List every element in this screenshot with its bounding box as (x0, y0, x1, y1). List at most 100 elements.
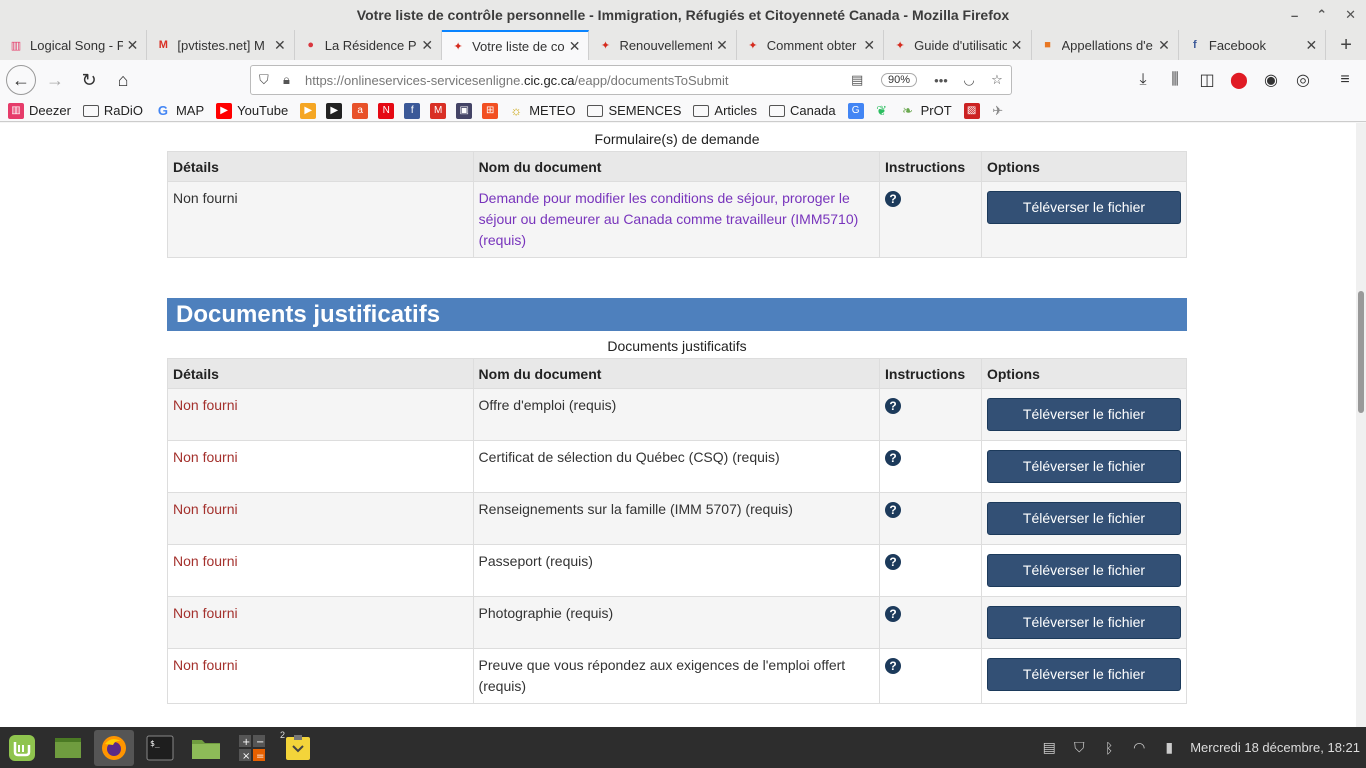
bookmark-5[interactable]: ▶ (326, 102, 343, 119)
folder-icon: ▭ (587, 104, 604, 117)
help-icon[interactable]: ? (885, 658, 902, 674)
tab-0[interactable]: ▥ Logical Song - P ✕ (0, 30, 148, 60)
bookmark-20[interactable]: ✈ (990, 103, 1006, 119)
bookmark-3[interactable]: ▶ YouTube (216, 102, 288, 119)
help-icon[interactable]: ? (885, 191, 901, 207)
tab-label: [pvtistes.net] M (177, 37, 265, 53)
tab-close-icon[interactable]: ✕ (569, 38, 581, 55)
page-actions-icon[interactable]: ••• (927, 73, 955, 88)
help-icon[interactable]: ? (885, 554, 902, 570)
upload-file-button[interactable]: Téléverser le fichier (986, 191, 1181, 224)
bookmark-0[interactable]: ▥ Deezer (8, 102, 71, 119)
sidebar-icon[interactable]: ◫ (1196, 70, 1218, 90)
tab-close-icon[interactable]: ✕ (274, 37, 286, 54)
lock-icon[interactable]: 🔒︎ (283, 72, 297, 88)
minimize-icon[interactable]: – (1291, 8, 1298, 23)
upload-file-button[interactable]: Téléverser le fichier (986, 554, 1181, 587)
calculator-icon[interactable]: + − × = (232, 730, 272, 766)
help-icon[interactable]: ? (885, 450, 902, 466)
home-button[interactable]: ⌂ (108, 65, 138, 95)
tab-close-icon[interactable]: ✕ (1306, 37, 1318, 54)
bookmark-1[interactable]: ▭ RaDiO (82, 103, 143, 118)
bookmark-15[interactable]: ▭ Canada (769, 103, 836, 118)
extension-icon[interactable]: ◎ (1292, 70, 1314, 90)
back-button[interactable]: ← (6, 65, 36, 95)
bookmark-18[interactable]: ❧ PrOT (900, 103, 952, 119)
library-icon[interactable]: ⫼ (1164, 71, 1186, 89)
tab-close-icon[interactable]: ✕ (1011, 37, 1023, 54)
close-window-icon[interactable]: ✕ (1345, 7, 1356, 23)
tab-close-icon[interactable]: ✕ (716, 37, 728, 54)
options-header: Options (980, 358, 1188, 389)
terminal-icon[interactable]: $_ (140, 730, 180, 766)
bookmark-12[interactable]: ☼ METEO (508, 103, 575, 119)
battery-icon[interactable]: ▮ (1160, 739, 1178, 756)
upload-file-button[interactable]: Téléverser le fichier (986, 398, 1181, 431)
help-icon[interactable]: ? (885, 502, 902, 518)
pocket-icon[interactable]: ◡ (955, 72, 983, 88)
upload-file-button[interactable]: Téléverser le fichier (986, 450, 1181, 483)
upload-file-button[interactable]: Téléverser le fichier (986, 658, 1181, 691)
menu-icon[interactable]: ≡ (1334, 71, 1356, 89)
new-tab-button[interactable]: + (1326, 30, 1366, 60)
instructions-cell: ? (879, 596, 982, 649)
reader-view-icon[interactable]: ▤ (851, 72, 871, 88)
tab-5[interactable]: ✦ Comment obter ✕ (737, 30, 885, 60)
tab-bar: ▥ Logical Song - P ✕ M [pvtistes.net] M ✕ ● La … (0, 30, 1366, 60)
bookmark-14[interactable]: ▭ Articles (693, 103, 757, 118)
upload-file-button[interactable]: Téléverser le fichier (986, 606, 1181, 639)
bookmark-10[interactable]: ▣ (456, 102, 473, 119)
bookmark-16[interactable]: G (847, 102, 864, 119)
tab-close-icon[interactable]: ✕ (127, 37, 139, 54)
page-scrollbar[interactable] (1356, 123, 1366, 727)
url-text[interactable]: https://onlineservices-servicesenligne.c… (305, 73, 851, 88)
bookmark-7[interactable]: N (378, 102, 395, 119)
tab-7[interactable]: ■ Appellations d'e ✕ (1032, 30, 1179, 60)
tab-close-icon[interactable]: ✕ (863, 37, 875, 54)
notes-tray-icon[interactable]: ▤ (1040, 739, 1058, 756)
navigation-toolbar: ← → ↻ ⌂ ⛉ 🔒︎ https://onlineservices-serv… (0, 60, 1366, 100)
bookmark-9[interactable]: M (430, 102, 447, 119)
bluetooth-icon[interactable]: ᛒ (1100, 740, 1118, 756)
tab-1[interactable]: M [pvtistes.net] M ✕ (147, 30, 295, 60)
download-icon[interactable]: ⤓ (1132, 71, 1154, 89)
zoom-indicator[interactable]: 90% (880, 73, 917, 87)
table-row: Non fourni Passeport (requis)? Téléverser … (167, 544, 1188, 597)
file-manager-icon[interactable] (186, 730, 226, 766)
url-bar[interactable]: ⛉ 🔒︎ https://onlineservices-servicesenli… (250, 65, 1012, 95)
tab-close-icon[interactable]: ✕ (421, 37, 433, 54)
mint-menu-icon[interactable] (2, 730, 42, 766)
forward-button[interactable]: → (40, 65, 70, 95)
tracking-shield-icon[interactable]: ⛉ (259, 72, 277, 88)
tab-2[interactable]: ● La Résidence Pe ✕ (295, 30, 443, 60)
firefox-taskbar-icon[interactable] (94, 729, 134, 766)
account-icon[interactable]: ◉ (1260, 70, 1282, 90)
bookmark-8[interactable]: f (404, 102, 421, 119)
reload-button[interactable]: ↻ (74, 65, 104, 95)
help-icon[interactable]: ? (885, 606, 902, 622)
scrollbar-thumb[interactable] (1358, 291, 1364, 413)
update-shield-icon[interactable]: ⛉ (1070, 739, 1088, 756)
help-icon[interactable]: ? (885, 398, 902, 414)
tab-6[interactable]: ✦ Guide d'utilisatio ✕ (884, 30, 1032, 60)
bookmark-13[interactable]: ▭ SEMENCES (587, 103, 681, 118)
wifi-icon[interactable]: ◠ (1130, 739, 1148, 756)
tab-4[interactable]: ✦ Renouvellement ✕ (589, 30, 737, 60)
restore-icon[interactable]: ⌃ (1316, 7, 1327, 23)
tab-3[interactable]: ✦ Votre liste de co ✕ (442, 30, 590, 60)
bookmark-11[interactable]: ⊞ (482, 102, 499, 119)
tab-close-icon[interactable]: ✕ (1158, 37, 1170, 54)
sticky-notes-icon[interactable]: 2 (278, 730, 318, 766)
bookmark-2[interactable]: G MAP (155, 103, 204, 119)
bookmark-17[interactable]: ❦ (874, 103, 890, 119)
opera-extension-icon[interactable]: ⬤ (1228, 70, 1250, 90)
bookmark-4[interactable]: ▶ (300, 102, 317, 119)
upload-file-button[interactable]: Téléverser le fichier (986, 502, 1181, 535)
bookmark-19[interactable]: ▨ (963, 102, 980, 119)
tab-8[interactable]: f Facebook ✕ (1179, 30, 1327, 60)
bookmark-star-icon[interactable]: ☆ (983, 72, 1011, 88)
show-desktop-icon[interactable] (48, 730, 88, 766)
bookmark-6[interactable]: a (352, 102, 369, 119)
document-link[interactable]: Demande pour modifier les conditions de … (479, 190, 859, 248)
clock[interactable]: Mercredi 18 décembre, 18:21 (1190, 740, 1360, 755)
